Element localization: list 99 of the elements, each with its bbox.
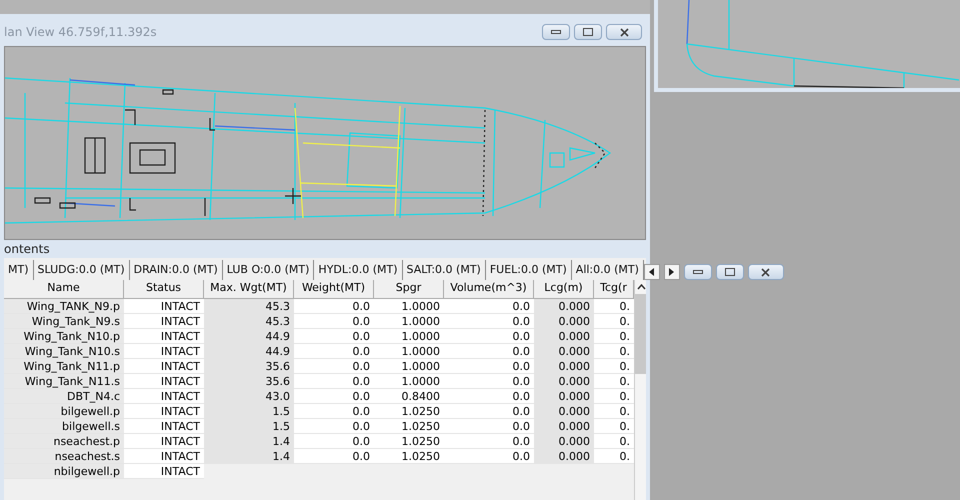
table-cell: 1.0250: [374, 449, 444, 464]
table-cell: Wing_TANK_N9.p: [4, 299, 124, 314]
table-cell: 0.0: [294, 419, 374, 434]
table-cell: 0.: [594, 359, 634, 374]
table-cell: 0.0: [294, 434, 374, 449]
table-cell: INTACT: [124, 344, 204, 359]
column-header[interactable]: Status: [124, 280, 204, 298]
table-cell: 0.000: [534, 299, 594, 314]
table-cell: 0.000: [534, 314, 594, 329]
table-cell: 0.0: [294, 449, 374, 464]
table-cell: Wing_Tank_N10.s: [4, 344, 124, 359]
table-cell: 0.: [594, 449, 634, 464]
table-cell: 0.000: [534, 434, 594, 449]
table-cell: INTACT: [124, 314, 204, 329]
column-header[interactable]: Name: [4, 280, 124, 298]
table-cell: 0.000: [534, 329, 594, 344]
table-cell: Wing_Tank_N11.s: [4, 374, 124, 389]
table-cell: 1.4: [204, 449, 294, 464]
table-cell: 35.6: [204, 374, 294, 389]
table-cell: 0.: [594, 389, 634, 404]
table-cell: 1.4: [204, 434, 294, 449]
table-cell: 0.: [594, 344, 634, 359]
table-cell: 1.0000: [374, 374, 444, 389]
table-cell: nbilgewell.p: [4, 464, 124, 479]
table-cell: INTACT: [124, 374, 204, 389]
table-cell: Wing_Tank_N10.p: [4, 329, 124, 344]
table-cell: nseachest.p: [4, 434, 124, 449]
table-cell: 0.: [594, 299, 634, 314]
window-title: ontents: [4, 241, 50, 258]
table-cell: 0.000: [534, 419, 594, 434]
table-cell: INTACT: [124, 434, 204, 449]
table-cell: 1.0000: [374, 299, 444, 314]
table-cell: 45.3: [204, 314, 294, 329]
table-cell: 0.0: [294, 359, 374, 374]
column-header[interactable]: Volume(m^3): [444, 280, 534, 298]
table-cell: 1.5: [204, 404, 294, 419]
table-cell: 1.0250: [374, 434, 444, 449]
table-cell: 1.0250: [374, 419, 444, 434]
table-cell: 0.0: [444, 389, 534, 404]
table-cell: 0.8400: [374, 389, 444, 404]
table-cell: 0.0: [444, 419, 534, 434]
table-cell: 0.0: [444, 404, 534, 419]
table-cell: 0.000: [534, 359, 594, 374]
table-cell: 0.0: [294, 344, 374, 359]
table-cell: DBT_N4.c: [4, 389, 124, 404]
table-cell: 0.: [594, 329, 634, 344]
table-cell: 0.0: [444, 344, 534, 359]
table-cell: 44.9: [204, 329, 294, 344]
table-cell: 0.000: [534, 344, 594, 359]
table-cell: INTACT: [124, 299, 204, 314]
table-cell: 44.9: [204, 344, 294, 359]
table-cell: 0.0: [294, 374, 374, 389]
table-cell: INTACT: [124, 329, 204, 344]
table-cell: 0.0: [294, 389, 374, 404]
table-cell: 0.000: [534, 374, 594, 389]
table-cell: INTACT: [124, 449, 204, 464]
table-cell: 0.: [594, 419, 634, 434]
column-header[interactable]: Spgr: [374, 280, 444, 298]
table-cell: 43.0: [204, 389, 294, 404]
table-cell: 1.0000: [374, 344, 444, 359]
table-cell: 0.0: [444, 359, 534, 374]
table-cell: 45.3: [204, 299, 294, 314]
table-cell: 0.0: [294, 404, 374, 419]
table-cell: 0.0: [294, 314, 374, 329]
column-header[interactable]: Lcg(m): [534, 280, 594, 298]
table-cell: INTACT: [124, 389, 204, 404]
column-header[interactable]: Max. Wgt(MT): [204, 280, 294, 298]
table-cell: 1.0000: [374, 314, 444, 329]
table-cell: 0.: [594, 404, 634, 419]
table-cell: INTACT: [124, 359, 204, 374]
table-cell: 0.: [594, 374, 634, 389]
table-cell: 0.0: [294, 299, 374, 314]
table-cell: 0.0: [444, 299, 534, 314]
table-cell: 0.0: [444, 449, 534, 464]
table-cell: 1.0000: [374, 329, 444, 344]
table-cell: INTACT: [124, 419, 204, 434]
table-cell: 0.0: [294, 329, 374, 344]
table-cell: 1.0000: [374, 359, 444, 374]
table-cell: INTACT: [124, 464, 204, 479]
table-cell: bilgewell.s: [4, 419, 124, 434]
table-cell: 0.000: [534, 389, 594, 404]
table-cell: 0.0: [444, 329, 534, 344]
table-cell: 1.0250: [374, 404, 444, 419]
table-cell: nseachest.s: [4, 449, 124, 464]
table-cell: 35.6: [204, 359, 294, 374]
table-cell: 0.0: [444, 434, 534, 449]
table-cell: INTACT: [124, 404, 204, 419]
table-cell: Wing_Tank_N11.p: [4, 359, 124, 374]
column-header[interactable]: Weight(MT): [294, 280, 374, 298]
table-cell: 0.: [594, 434, 634, 449]
table-cell: 0.: [594, 314, 634, 329]
table-cell: Wing_Tank_N9.s: [4, 314, 124, 329]
table-cell: bilgewell.p: [4, 404, 124, 419]
window-title: lan View 46.759f,11.392s: [4, 24, 157, 41]
table-cell: 1.5: [204, 419, 294, 434]
table-cell: 0.0: [444, 314, 534, 329]
table-cell: 0.000: [534, 404, 594, 419]
table-cell: 0.000: [534, 449, 594, 464]
table-cell: 0.0: [444, 374, 534, 389]
